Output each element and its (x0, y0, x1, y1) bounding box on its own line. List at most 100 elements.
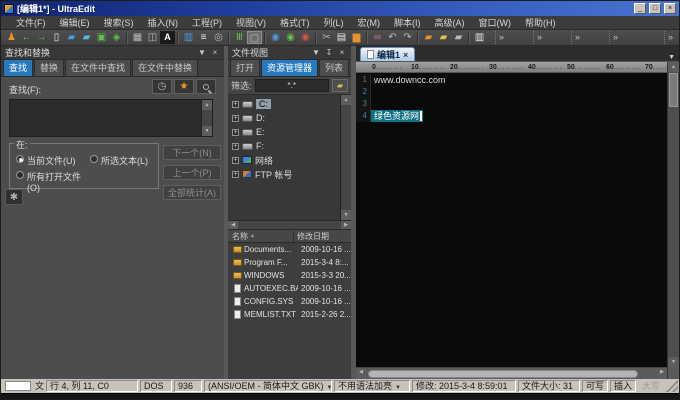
menu-item-search[interactable]: 搜索(S) (97, 16, 141, 29)
toolbar-overflow-icon[interactable]: » (533, 31, 545, 44)
status-insert-mode[interactable]: 插入 (610, 380, 636, 392)
radio-current-file[interactable]: 当前文件(U) (16, 154, 76, 167)
font-icon[interactable]: A (160, 31, 175, 44)
menu-item-insert[interactable]: 插入(N) (141, 16, 186, 29)
panel-close-icon[interactable]: × (337, 48, 347, 57)
panel-menu-chevron-icon[interactable]: ▼ (311, 48, 321, 57)
menu-item-window[interactable]: 窗口(W) (472, 16, 519, 29)
editor-vscrollbar[interactable]: ▲ ▼ (667, 62, 679, 379)
column-name[interactable]: 名称 ▲ (228, 231, 294, 242)
scroll-left-icon[interactable]: ◀ (228, 221, 238, 229)
globe-web-icon[interactable]: ◉ (268, 31, 283, 44)
scroll-down-icon[interactable]: ▼ (668, 357, 679, 367)
column-mode-icon[interactable]: Ⅲ (232, 31, 247, 44)
file-row[interactable]: WINDOWS 2015-3-3 20... (228, 269, 351, 282)
tree-item-network[interactable]: + 网络 (228, 153, 340, 167)
new-file-icon[interactable]: ▯ (49, 31, 64, 44)
document-tab[interactable]: 编辑1 × (360, 47, 415, 61)
forward-arrow-icon[interactable]: → (34, 31, 49, 44)
layout-icon[interactable]: ▥ (181, 31, 196, 44)
file-row[interactable]: Documents... 2009-10-16 ... (228, 243, 351, 256)
undo-icon[interactable]: ↶ (385, 31, 400, 44)
menu-item-view[interactable]: 视图(V) (229, 16, 273, 29)
status-syntax-dropdown[interactable]: 不用语法加亮▼ (334, 380, 410, 392)
tab-replace-in-files[interactable]: 在文件中替换 (132, 59, 198, 76)
count-all-button[interactable]: 全部统计(A) (163, 185, 221, 200)
tab-find-in-files[interactable]: 在文件中查找 (65, 59, 131, 76)
open-file-icon[interactable]: ▰ (64, 31, 79, 44)
expand-icon[interactable]: + (232, 143, 239, 150)
list-lines-icon[interactable]: ≡ (196, 31, 211, 44)
tree-item-ftp[interactable]: + FTP 帐号 (228, 167, 340, 181)
expand-icon[interactable]: + (232, 171, 239, 178)
expand-icon[interactable]: + (232, 115, 239, 122)
menu-item-advanced[interactable]: 高级(A) (428, 16, 472, 29)
resize-grip[interactable] (666, 380, 678, 392)
toolbar-overflow-icon[interactable]: » (609, 31, 621, 44)
print-icon[interactable]: ▦ (130, 31, 145, 44)
status-encoding-dropdown[interactable]: (ANSI/OEM - 简体中文 GBK)▼ (204, 380, 332, 392)
tab-replace[interactable]: 替换 (34, 59, 64, 76)
expand-icon[interactable]: + (232, 157, 239, 164)
scroll-up-icon[interactable]: ▲ (341, 95, 351, 105)
status-write-state[interactable]: 可写 (582, 380, 608, 392)
scroll-down-icon[interactable]: ▼ (341, 210, 351, 220)
folder-doc-icon[interactable]: ▰ (421, 31, 436, 44)
tree-scrollbar[interactable]: ▲ ▼ (340, 95, 351, 220)
panel-close-icon[interactable]: × (210, 48, 220, 57)
tab-list[interactable]: 列表 (319, 59, 349, 76)
close-icon[interactable]: × (664, 3, 676, 14)
editor-hscrollbar[interactable]: ◀ ▶ (356, 367, 667, 379)
menu-item-project[interactable]: 工程(P) (185, 16, 229, 29)
panel-toggle-icon[interactable]: ▢ (247, 31, 262, 44)
menu-item-macro[interactable]: 宏(M) (351, 16, 388, 29)
find-in-files-icon[interactable]: ◎ (211, 31, 226, 44)
toolbar-overflow-icon[interactable]: » (664, 31, 676, 44)
tree-item-e-drive[interactable]: + E: (228, 125, 340, 139)
vscroll-thumb[interactable] (669, 73, 678, 107)
globe-add-icon[interactable]: ◉ (283, 31, 298, 44)
history-icon[interactable]: ◷ (152, 79, 172, 94)
editor-line[interactable]: 2 (356, 86, 667, 98)
save-all-icon[interactable]: ◈ (109, 31, 124, 44)
scroll-right-icon[interactable]: ▶ (657, 368, 667, 379)
redo-icon[interactable]: ↷ (400, 31, 415, 44)
scroll-right-icon[interactable]: ▶ (341, 221, 351, 229)
menu-item-file[interactable]: 文件(F) (9, 16, 53, 29)
tab-close-icon[interactable]: × (403, 50, 408, 60)
copy-icon[interactable]: ▤ (334, 31, 349, 44)
tab-open[interactable]: 打开 (230, 59, 260, 76)
menu-item-edit[interactable]: 编辑(E) (53, 16, 97, 29)
editor-line[interactable]: 1 www.downcc.com (356, 74, 667, 86)
search-input[interactable]: ▲ ▼ (9, 99, 213, 137)
hscroll-thumb[interactable] (368, 370, 638, 378)
toolbar-overflow-icon[interactable]: » (495, 31, 507, 44)
scroll-up-icon[interactable]: ▲ (202, 100, 212, 110)
file-row[interactable]: MEMLIST.TXT 2015-2-26 2... (228, 308, 351, 321)
back-arrow-icon[interactable]: ← (19, 31, 34, 44)
scroll-up-icon[interactable]: ▲ (668, 62, 679, 72)
paste-icon[interactable]: ▆ (349, 31, 364, 44)
account-icon[interactable]: ♟ (4, 31, 19, 44)
save-icon[interactable]: ▣ (94, 31, 109, 44)
maximize-icon[interactable]: □ (649, 3, 661, 14)
folder-gear-icon[interactable]: ▰ (451, 31, 466, 44)
toolbar-overflow-icon[interactable]: » (571, 31, 583, 44)
globe-remove-icon[interactable]: ◉ (298, 31, 313, 44)
tree-item-f-drive[interactable]: + F: (228, 139, 340, 153)
column-date[interactable]: 修改日期 (294, 231, 351, 242)
radio-all-open-files[interactable]: 所有打开文件(O) (16, 170, 88, 193)
menu-item-column[interactable]: 列(L) (317, 16, 351, 29)
minimize-icon[interactable]: _ (634, 3, 646, 14)
print-preview-icon[interactable]: ◫ (145, 31, 160, 44)
find-previous-button[interactable]: 上一个(P) (163, 165, 221, 180)
menu-item-help[interactable]: 帮助(H) (518, 16, 563, 29)
editor-line[interactable]: 4 绿色资源网 (356, 110, 667, 122)
tab-find[interactable]: 查找 (3, 59, 33, 76)
scroll-down-icon[interactable]: ▼ (202, 126, 212, 136)
book-view-icon[interactable]: ▥ (472, 31, 487, 44)
radio-selected-text[interactable]: 所选文本(L) (90, 154, 148, 167)
editor-line[interactable]: 3 (356, 98, 667, 110)
tree-item-d-drive[interactable]: + D: (228, 111, 340, 125)
file-row[interactable]: AUTOEXEC.BAT 2009-10-16 ... (228, 282, 351, 295)
